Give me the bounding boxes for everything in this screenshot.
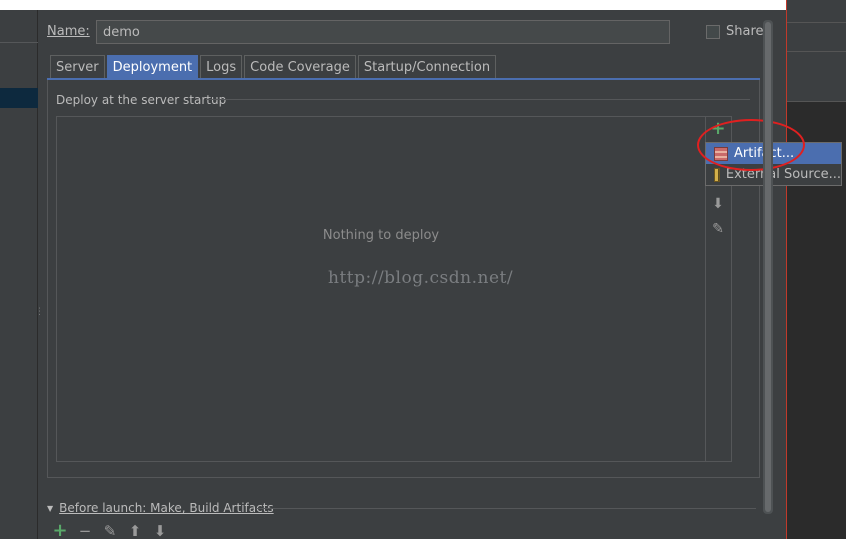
artifact-icon: [714, 146, 728, 161]
tab-deployment[interactable]: Deployment: [106, 55, 199, 79]
title-strip: [0, 0, 786, 10]
add-task-icon[interactable]: +: [52, 523, 68, 539]
before-launch-header[interactable]: ▼ Before launch: Make, Build Artifacts: [47, 501, 274, 515]
add-icon[interactable]: +: [710, 120, 726, 138]
before-launch-toolbar: + − ✎ ⬆ ⬇: [52, 523, 168, 539]
tab-logs[interactable]: Logs: [200, 55, 243, 79]
left-panel-divider: [0, 42, 38, 43]
before-launch-label: Before launch: Make, Build Artifacts: [59, 501, 274, 515]
popup-item-artifact[interactable]: Artifact...: [706, 143, 841, 164]
tab-server[interactable]: Server: [50, 55, 105, 79]
left-tree-panel: ⋮: [0, 10, 44, 539]
section-separator: [206, 99, 750, 100]
run-config-tabs: Server Deployment Logs Code Coverage Sta…: [50, 55, 498, 79]
deploy-section-title: Deploy at the server startup: [56, 93, 227, 107]
popup-item-external-source[interactable]: External Source...: [706, 164, 841, 185]
move-down-icon[interactable]: ⬇: [710, 196, 726, 212]
watermark-text: http://blog.csdn.net/: [328, 268, 514, 288]
share-checkbox[interactable]: [706, 24, 720, 39]
tab-code-coverage[interactable]: Code Coverage: [244, 55, 356, 79]
background-window-edge: [786, 0, 846, 539]
name-input[interactable]: [96, 20, 670, 44]
move-down-task-icon[interactable]: ⬇: [152, 523, 168, 539]
empty-list-message: Nothing to deploy: [322, 228, 440, 243]
deploy-list[interactable]: [56, 116, 732, 462]
remove-task-icon[interactable]: −: [77, 523, 93, 539]
share-label: Share: [726, 24, 764, 39]
move-up-icon[interactable]: ⬆: [127, 523, 143, 539]
tab-startup-connection[interactable]: Startup/Connection: [357, 55, 497, 79]
background-band-2: [787, 80, 846, 102]
name-label: Name:: [47, 24, 90, 39]
external-source-icon: [714, 167, 720, 182]
add-deployment-popup: Artifact... External Source...: [705, 142, 842, 186]
background-band: [787, 22, 846, 52]
edit-pencil-icon[interactable]: ✎: [710, 221, 726, 237]
splitter-grip-icon[interactable]: ⋮: [35, 308, 44, 324]
popup-item-label: External Source...: [725, 167, 841, 182]
left-tree-selected-row[interactable]: [0, 88, 38, 108]
collapse-arrow-icon[interactable]: ▼: [47, 504, 53, 513]
edit-task-icon[interactable]: ✎: [102, 523, 118, 539]
before-launch-separator: [256, 508, 756, 509]
share-checkbox-group[interactable]: Share: [706, 24, 764, 39]
vertical-scrollbar-thumb[interactable]: [765, 22, 771, 512]
